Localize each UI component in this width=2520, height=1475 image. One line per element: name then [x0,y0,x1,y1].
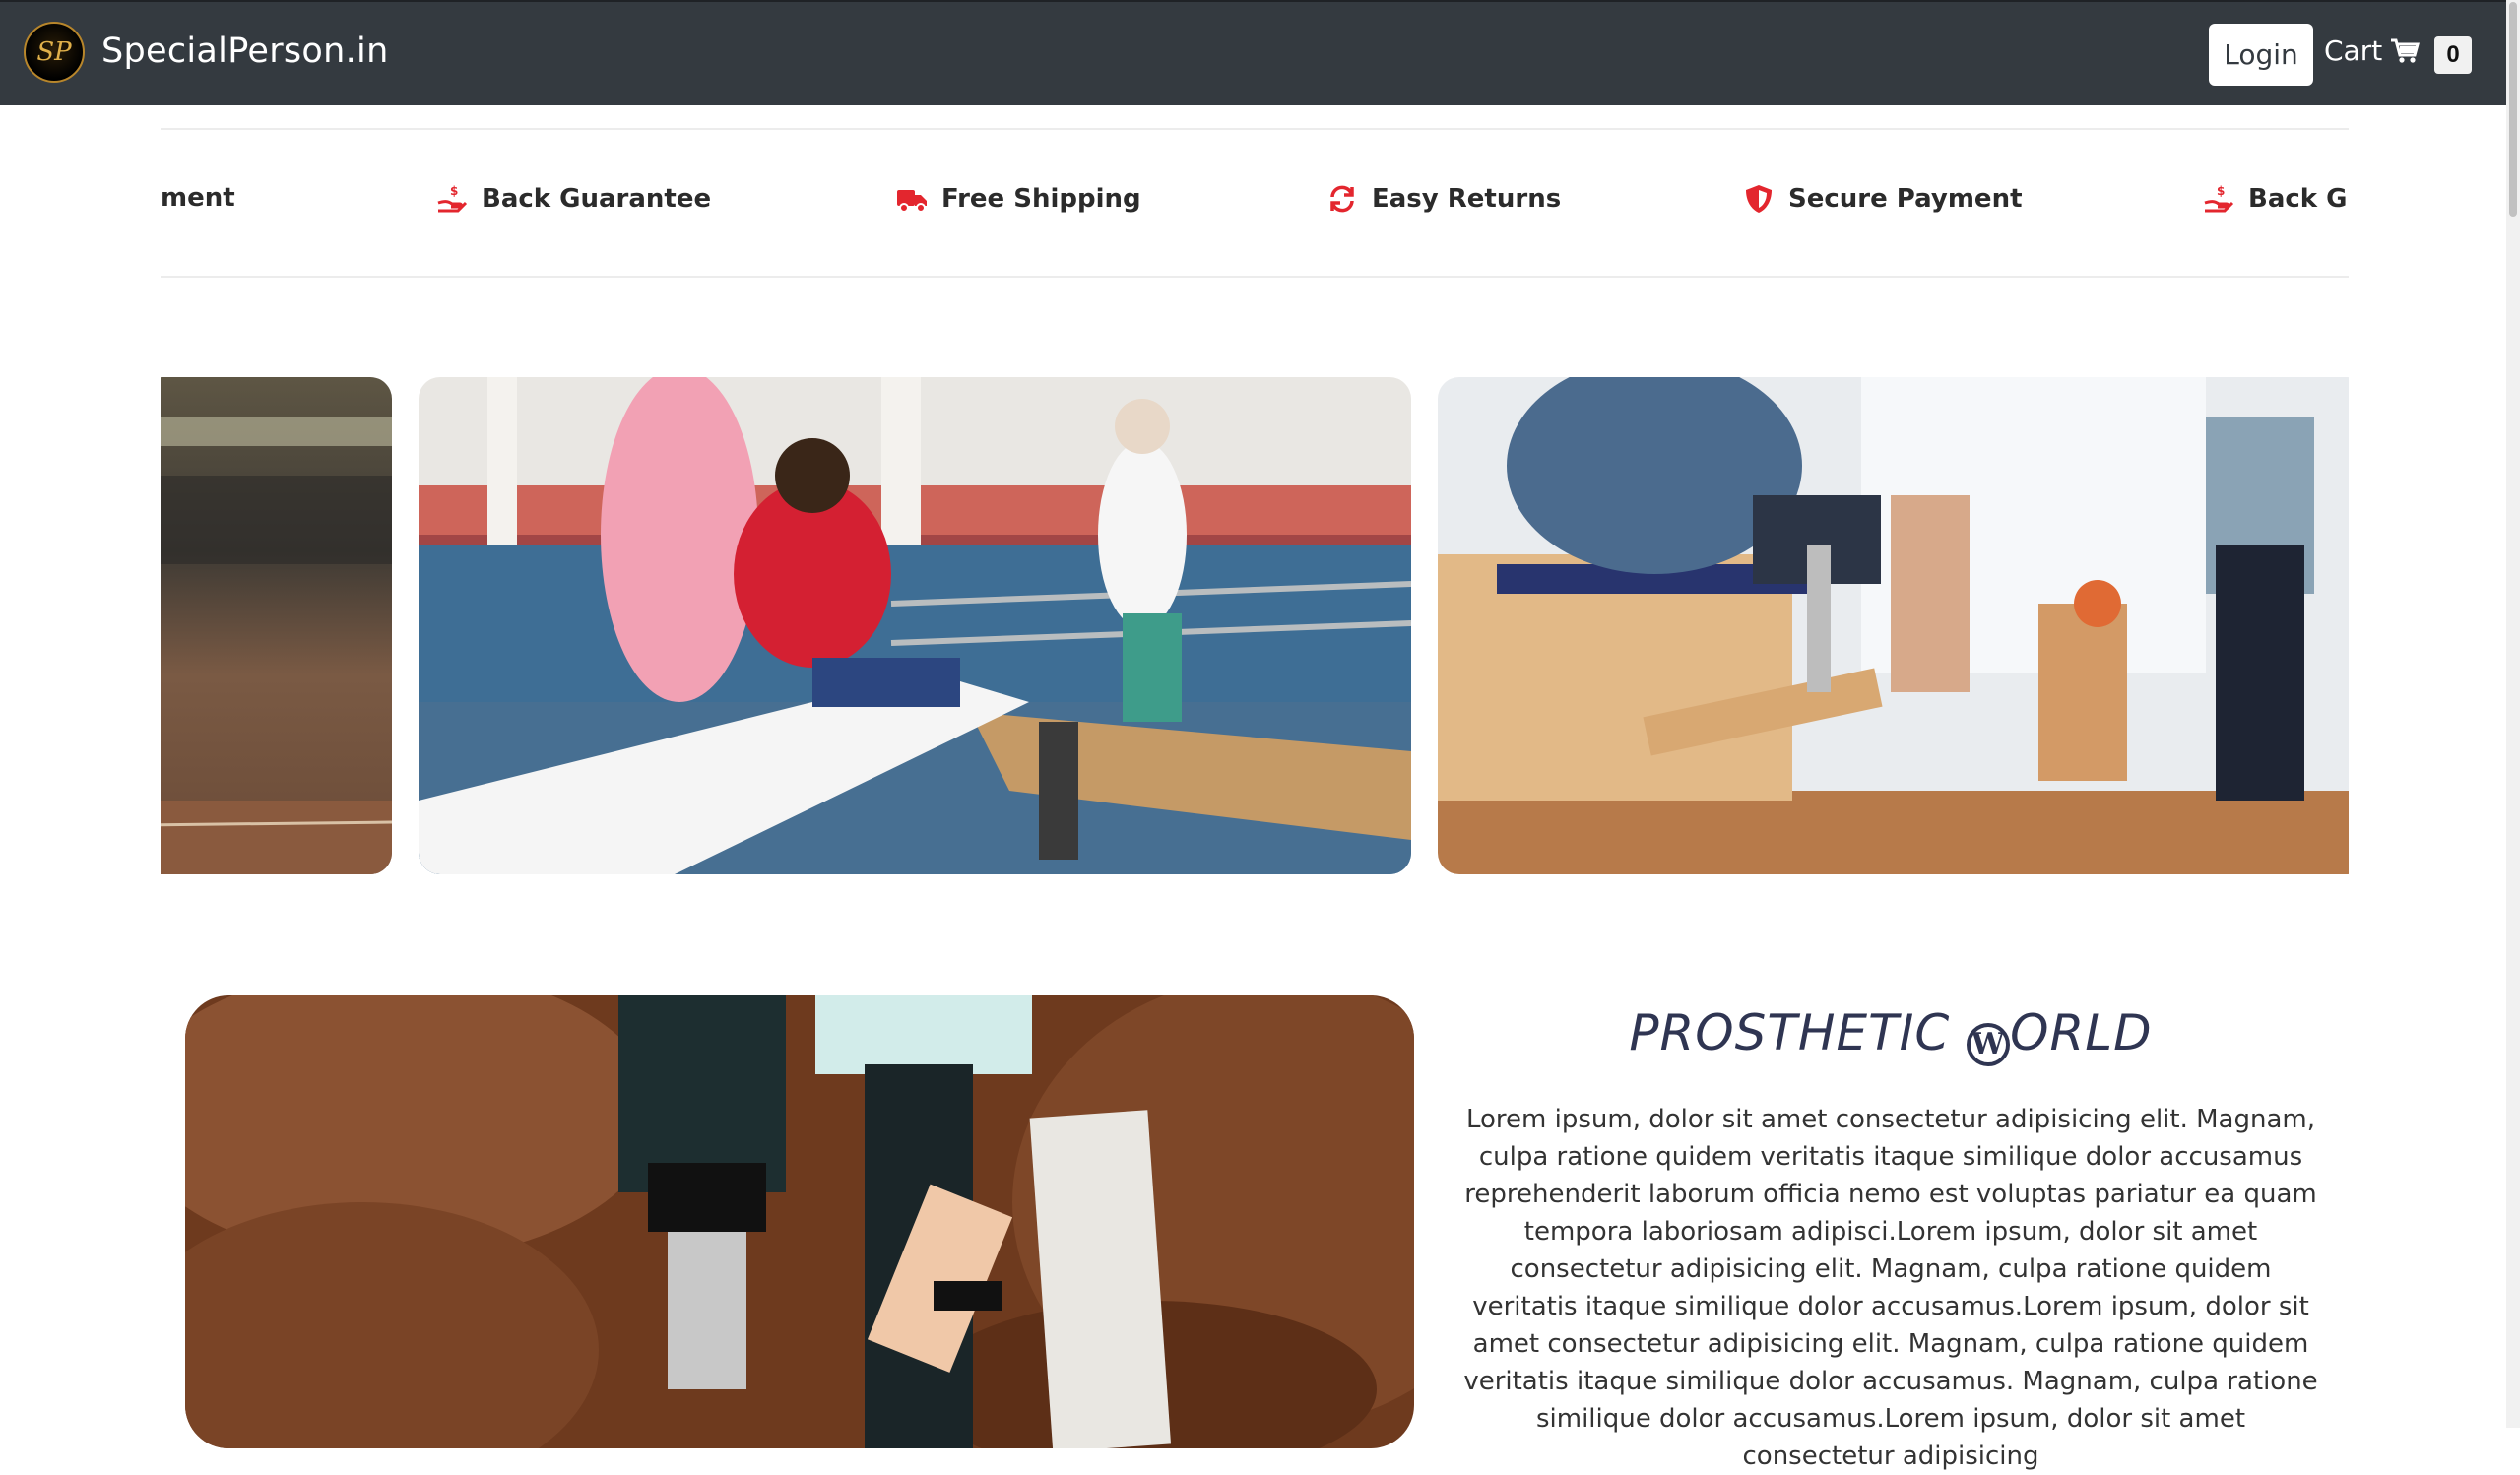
brand-name[interactable]: SpecialPerson.in [101,32,389,71]
page-scrollbar-thumb[interactable] [2509,2,2517,217]
feature-label: Secure Payment [1788,184,2023,214]
feature-label: Easy Returns [1372,184,1562,214]
cart-label: Cart [2324,34,2383,67]
carousel-image-track[interactable] [161,377,392,874]
svg-text:$: $ [450,184,458,198]
feature-label: ment [161,183,235,213]
login-button[interactable]: Login [2209,24,2313,86]
svg-text:$: $ [2217,184,2225,198]
feature-label: Back Gu [2248,184,2349,214]
features-marquee: ment $ Back Guarantee Free Shipping Easy… [161,128,2349,278]
shield-icon [1746,185,1772,213]
feature-item-secure-payment: Secure Payment [1743,183,2023,215]
top-navbar: SP SpecialPerson.in Login Cart 0 [0,0,2506,105]
feature-item-free-shipping: Free Shipping [896,183,1141,215]
section-body-text: Lorem ipsum, dolor sit amet consectetur … [1463,1105,2318,1471]
section-title: PROSTHETIC WORLD [1448,1004,2334,1066]
image-carousel [161,377,2349,874]
wordpress-icon: W [1967,1023,2011,1066]
cart-link[interactable]: Cart [2324,34,2421,67]
hand-money-icon: $ [437,184,468,213]
cart-icon [2391,38,2421,63]
feature-label: Free Shipping [941,184,1141,214]
carousel-image-therapy-session[interactable] [1438,377,2349,874]
hand-money-icon: $ [2204,184,2234,213]
feature-item-back-guarantee-partial: $ Back Gu [2203,183,2349,215]
title-text-part2: ORLD [2010,1004,2153,1061]
feature-item-easy-returns: Easy Returns [1326,183,1561,215]
carousel-image-rehab-gym[interactable] [419,377,1411,874]
truck-icon [897,190,927,213]
feature-item-secure-payment-partial: ment [161,183,235,213]
refresh-icon [1330,185,1354,213]
hero-image-prosthetic-hiker [185,995,1414,1448]
cart-count-badge: 0 [2434,36,2472,74]
feature-item-back-guarantee: $ Back Guarantee [436,183,711,215]
brand-logo[interactable]: SP [24,22,85,83]
title-text-part1: PROSTHETIC [1629,1004,1968,1061]
feature-label: Back Guarantee [482,184,712,214]
